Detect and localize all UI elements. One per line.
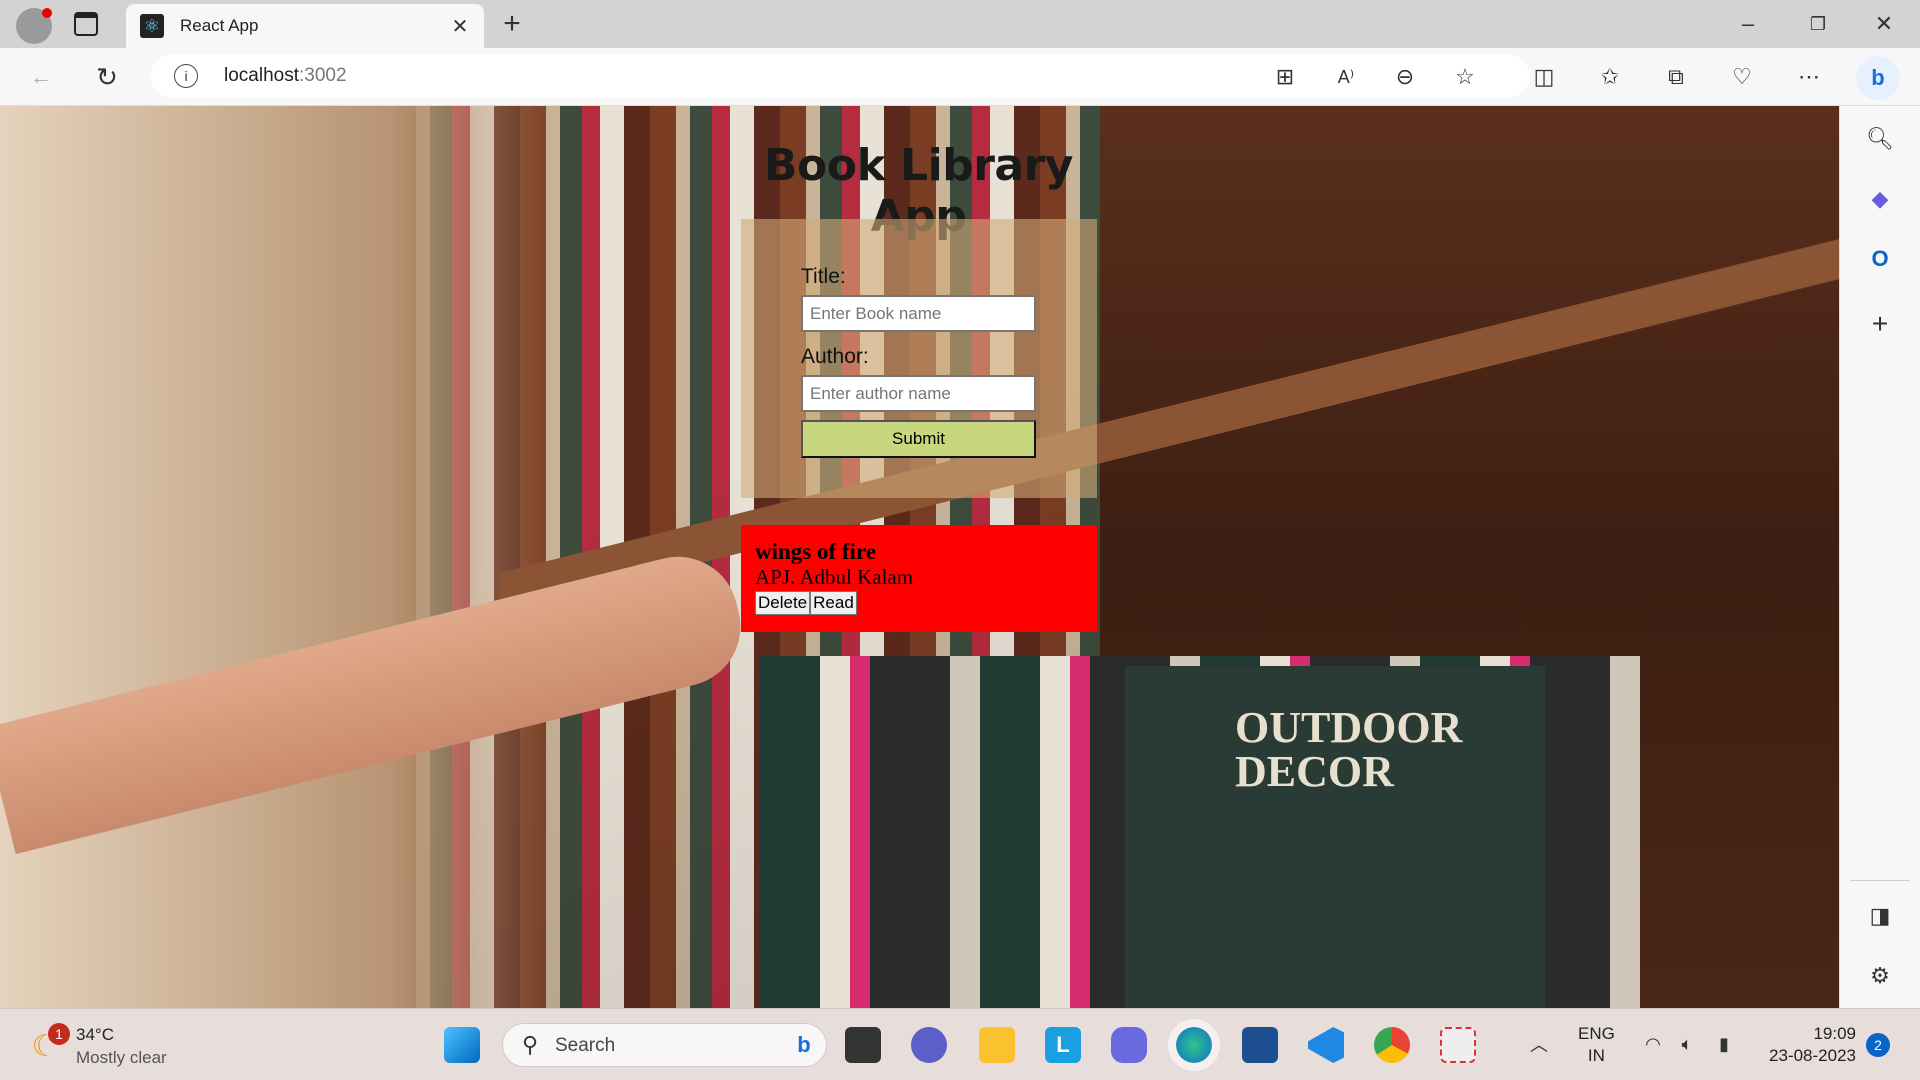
divider — [1850, 880, 1910, 881]
chrome-icon[interactable] — [1374, 1027, 1410, 1063]
browser-toolbar: ← ↻ i localhost:3002 ⊞ A⁾ ⊖ ☆ ◫ ✩ ⧉ ♡ ⋯ … — [0, 48, 1920, 106]
weather-temp: 34°C — [76, 1025, 114, 1044]
copilot-icon[interactable]: ◆ — [1862, 181, 1898, 217]
read-aloud-icon[interactable]: A⁾ — [1329, 60, 1363, 94]
title-input[interactable] — [801, 295, 1036, 332]
back-icon[interactable]: ← — [24, 60, 58, 94]
edge-icon[interactable] — [1168, 1019, 1220, 1071]
app-icon[interactable] — [1111, 1027, 1147, 1063]
author-label: Author: — [801, 345, 869, 368]
add-icon[interactable]: + — [1862, 306, 1898, 342]
search-icon: ⚲ — [521, 1032, 539, 1057]
l-app-icon[interactable]: L — [1045, 1027, 1081, 1063]
hide-sidebar-icon[interactable]: ◨ — [1862, 898, 1898, 934]
book-author: APJ. Adbul Kalam — [755, 565, 914, 589]
url-text: localhost:3002 — [224, 65, 347, 86]
weather-badge: 1 — [48, 1023, 70, 1045]
more-options-icon[interactable]: ⋯ — [1792, 60, 1826, 94]
delete-button[interactable]: Delete — [755, 591, 811, 615]
task-view-icon[interactable] — [845, 1027, 881, 1063]
page-viewport: OUTDOOR DECOR Book Library App Title: Au… — [0, 106, 1839, 1008]
profile-avatar-icon[interactable] — [16, 8, 52, 44]
edge-sidebar: 🔍︎ ◆ O + ◨ ⚙ — [1839, 106, 1920, 1008]
tab-actions-icon[interactable] — [74, 12, 98, 36]
new-tab-icon[interactable]: + — [496, 7, 528, 40]
search-label: Search — [555, 1035, 616, 1056]
book-cover-text: OUTDOOR DECOR — [1235, 703, 1463, 796]
split-screen-icon[interactable]: ◫ — [1527, 60, 1561, 94]
favorite-star-icon[interactable]: ☆ — [1448, 60, 1482, 94]
clock[interactable]: 19:09 23-08-2023 — [1758, 1023, 1856, 1067]
wifi-icon[interactable]: ◠ — [1638, 1029, 1668, 1059]
notification-badge[interactable]: 2 — [1866, 1033, 1890, 1057]
bing-icon: b — [797, 1032, 811, 1057]
battery-icon[interactable]: ▮ — [1709, 1029, 1739, 1059]
close-tab-icon[interactable]: ✕ — [446, 12, 474, 40]
taskbar: ☾ 1 34°C Mostly clear ⚲ Search b L ︿ ENG… — [0, 1008, 1920, 1080]
tab-title: React App — [180, 16, 259, 35]
apps-icon[interactable]: ⊞ — [1268, 60, 1302, 94]
start-windows-icon[interactable] — [444, 1027, 480, 1063]
collections-icon[interactable]: ⧉ — [1659, 60, 1693, 94]
bing-copilot-icon[interactable]: b — [1856, 56, 1900, 100]
microsoft-store-icon[interactable] — [1242, 1027, 1278, 1063]
submit-button[interactable]: Submit — [801, 420, 1036, 458]
browser-essentials-icon[interactable]: ♡ — [1725, 60, 1759, 94]
snipping-tool-icon[interactable] — [1440, 1027, 1476, 1063]
volume-icon[interactable]: 🔈︎ — [1672, 1029, 1702, 1059]
show-hidden-icons-chevron[interactable]: ︿ — [1524, 1029, 1554, 1059]
vscode-icon[interactable] — [1308, 1027, 1344, 1063]
taskbar-search[interactable]: ⚲ Search b — [502, 1023, 827, 1067]
tab-bar: ⚛ React App ✕ + – ❐ ✕ — [0, 0, 1920, 48]
weather-desc: Mostly clear — [76, 1048, 167, 1067]
read-button[interactable]: Read — [810, 591, 857, 615]
minimize-icon[interactable]: – — [1730, 8, 1766, 40]
add-book-form: Title: Author: Submit — [741, 219, 1097, 498]
close-window-icon[interactable]: ✕ — [1866, 8, 1902, 40]
weather-widget[interactable]: ☾ 1 34°C Mostly clear — [24, 1023, 174, 1071]
outlook-icon[interactable]: O — [1862, 241, 1898, 277]
search-icon[interactable]: 🔍︎ — [1862, 121, 1898, 157]
favorites-icon[interactable]: ✩ — [1593, 60, 1627, 94]
book-card: wings of fire APJ. Adbul Kalam Delete Rea… — [741, 525, 1097, 632]
author-input[interactable] — [801, 375, 1036, 412]
background-wall — [0, 106, 560, 1008]
background-book-cover: OUTDOOR DECOR — [1125, 666, 1545, 1008]
react-favicon-icon: ⚛ — [140, 14, 164, 38]
site-info-icon[interactable]: i — [174, 64, 198, 88]
settings-gear-icon[interactable]: ⚙ — [1862, 958, 1898, 994]
file-explorer-icon[interactable] — [979, 1027, 1015, 1063]
refresh-icon[interactable]: ↻ — [90, 60, 124, 94]
book-title: wings of fire — [755, 539, 876, 564]
address-bar[interactable]: i localhost:3002 — [150, 54, 1530, 98]
zoom-out-icon[interactable]: ⊖ — [1388, 60, 1422, 94]
restore-icon[interactable]: ❐ — [1800, 8, 1836, 40]
teams-chat-icon[interactable] — [911, 1027, 947, 1063]
title-label: Title: — [801, 265, 846, 288]
tab-react-app[interactable]: ⚛ React App ✕ — [126, 4, 484, 48]
language-indicator[interactable]: ENG IN — [1578, 1023, 1615, 1067]
